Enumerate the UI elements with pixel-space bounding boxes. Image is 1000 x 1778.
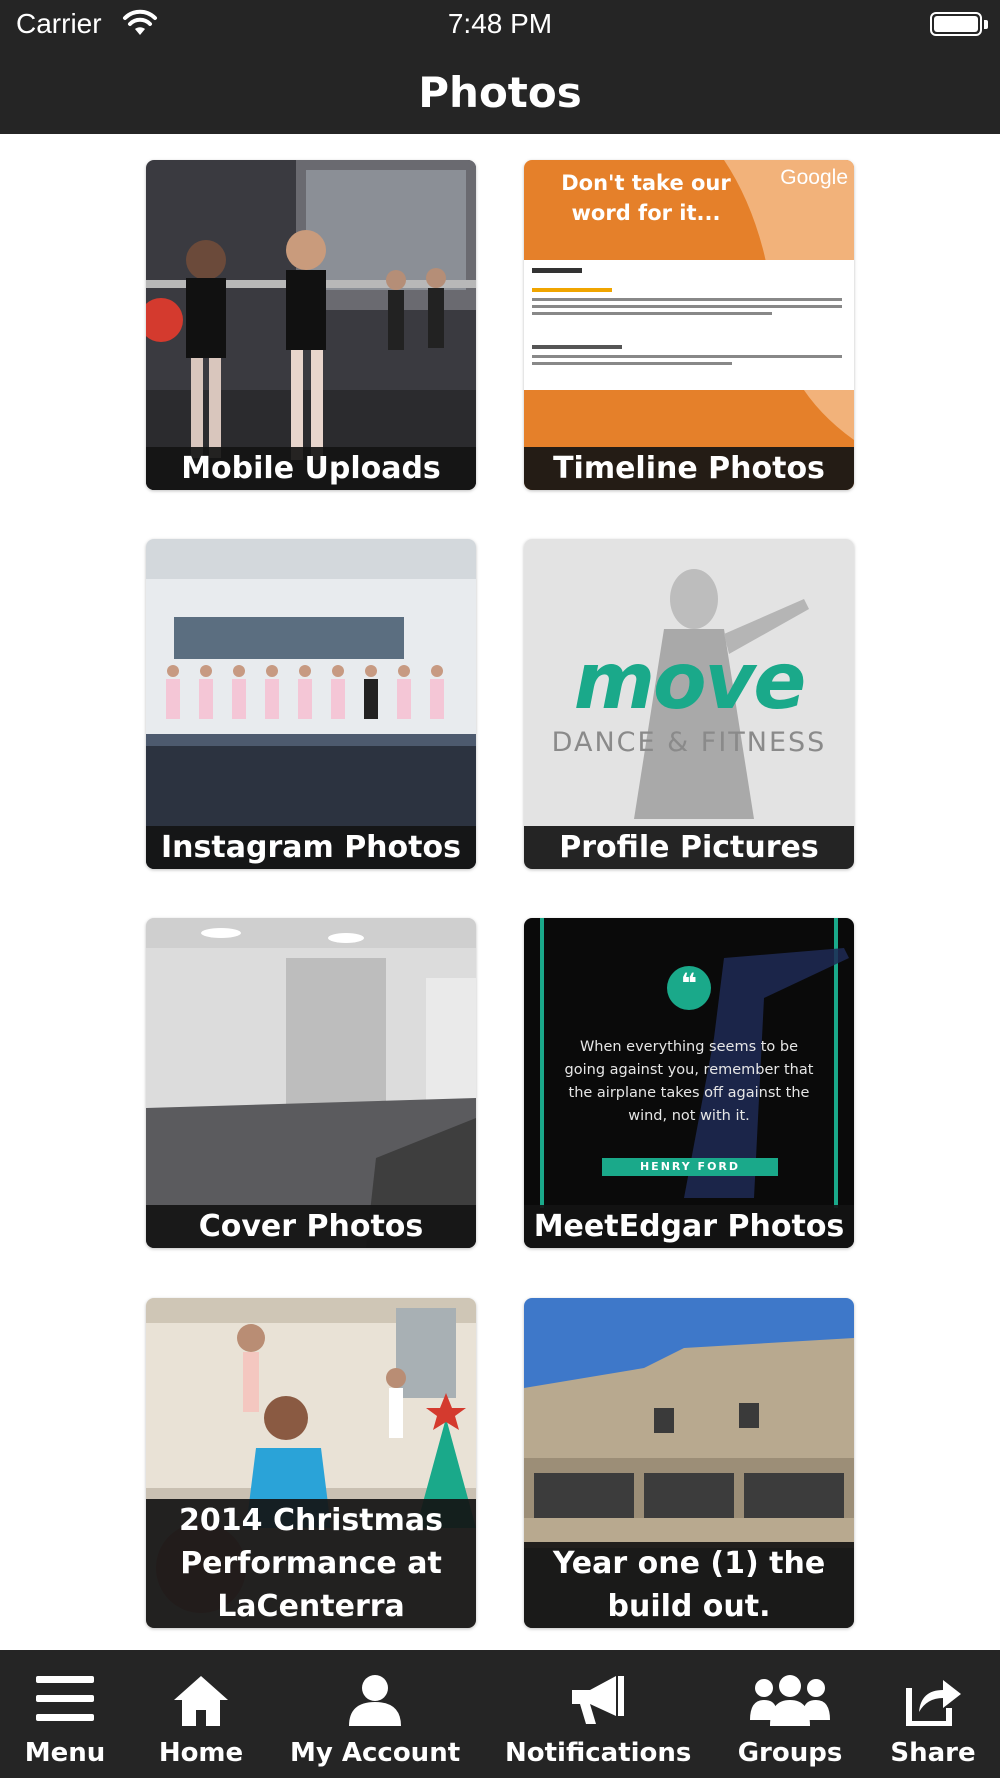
album-title: 2014 Christmas Performance at LaCenterra	[146, 1499, 476, 1628]
album-title: MeetEdgar Photos	[524, 1205, 854, 1248]
tab-label: Groups	[737, 1738, 843, 1768]
quote-icon: ❝	[680, 967, 698, 1000]
thumbnail-logo: move	[573, 637, 807, 727]
tab-share[interactable]: Share	[878, 1650, 988, 1778]
tab-groups[interactable]: Groups	[730, 1650, 850, 1778]
megaphone-icon	[572, 1676, 624, 1724]
album-tile-profile-pictures[interactable]: move DANCE & FITNESS Profile Pictures	[524, 539, 854, 869]
thumbnail-heading: Don't take our word for it...	[561, 171, 731, 225]
thumbnail-brand: Google	[780, 166, 848, 189]
tab-label: My Account	[290, 1738, 461, 1768]
user-icon	[349, 1675, 401, 1726]
album-title: Profile Pictures	[524, 826, 854, 869]
tab-notifications[interactable]: Notifications	[505, 1650, 691, 1778]
share-icon	[906, 1680, 961, 1726]
album-tile-cover-photos[interactable]: Cover Photos	[146, 918, 476, 1248]
album-tile-instagram-photos[interactable]: Instagram Photos	[146, 539, 476, 869]
thumbnail-quote: When everything seems to be going agains…	[564, 1039, 814, 1124]
thumbnail-quote-author: HENRY FORD	[639, 1160, 741, 1173]
album-thumbnail	[146, 918, 476, 1248]
album-title: Timeline Photos	[524, 447, 854, 490]
tab-my-account[interactable]: My Account	[290, 1650, 460, 1778]
nav-bar: Photos	[0, 50, 1000, 134]
album-tile-meetedgar-photos[interactable]: ❝ When everything seems to be going agai…	[524, 918, 854, 1248]
menu-icon	[36, 1676, 94, 1721]
album-thumbnail	[146, 160, 476, 490]
tab-menu[interactable]: Menu	[10, 1650, 120, 1778]
album-title: Year one (1) the build out.	[524, 1542, 854, 1628]
album-title: Instagram Photos	[146, 826, 476, 869]
battery-cap	[984, 20, 988, 29]
album-tile-mobile-uploads[interactable]: Mobile Uploads	[146, 160, 476, 490]
album-title: Cover Photos	[146, 1205, 476, 1248]
album-title: Mobile Uploads	[146, 447, 476, 490]
tab-label: Notifications	[505, 1738, 692, 1768]
tab-label: Menu	[24, 1738, 106, 1768]
album-tile-year-one-build-out[interactable]: Year one (1) the build out.	[524, 1298, 854, 1628]
battery-icon	[930, 12, 982, 36]
tab-label: Home	[158, 1738, 244, 1768]
status-bar: Carrier 7:48 PM	[0, 0, 1000, 50]
home-icon	[174, 1676, 228, 1726]
tab-label: Share	[890, 1738, 976, 1768]
tab-home[interactable]: Home	[145, 1650, 257, 1778]
album-tile-timeline-photos[interactable]: Don't take our word for it... Google Tim…	[524, 160, 854, 490]
clock: 7:48 PM	[447, 8, 553, 39]
album-tile-2014-christmas-performance[interactable]: 2014 Christmas Performance at LaCenterra	[146, 1298, 476, 1628]
tab-bar: Menu Home My Account Notifications Group…	[0, 1650, 1000, 1778]
album-grid: Mobile Uploads Don't take our word for i…	[0, 134, 1000, 1650]
album-thumbnail	[146, 539, 476, 869]
thumbnail-logo-subtitle: DANCE & FITNESS	[551, 727, 827, 758]
group-icon	[750, 1675, 830, 1726]
page-title: Photos	[418, 68, 582, 117]
